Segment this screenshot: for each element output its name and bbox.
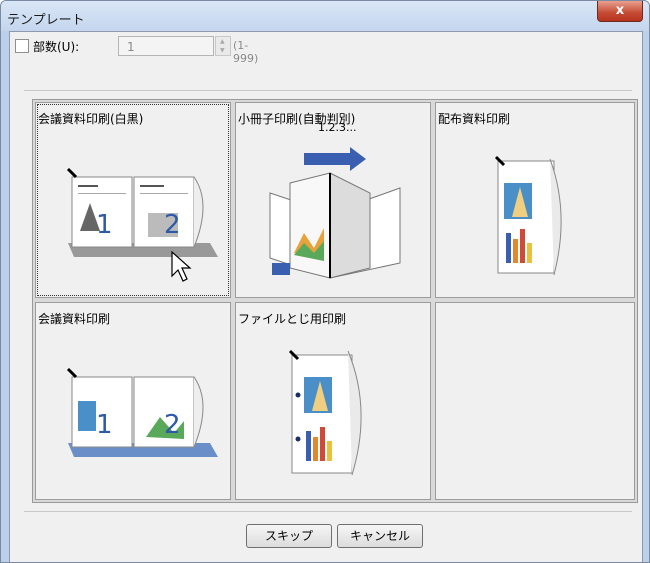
copies-input[interactable]: 1 (118, 36, 214, 56)
template-tile-booklet[interactable]: 小冊子印刷(自動判別) 1.2.3... (235, 102, 431, 298)
template-tile-handout[interactable]: 配布資料印刷 (435, 102, 635, 298)
mouse-pointer-icon (171, 251, 192, 282)
svg-text:2: 2 (164, 210, 181, 240)
tile-label: ファイルとじ用印刷 (238, 312, 347, 326)
template-dialog: テンプレート x 部数(U): 1 ▲ ▼ (1-999) 会議資料印刷(白黒) (0, 0, 650, 563)
spinner-down-icon[interactable]: ▼ (220, 47, 225, 55)
window-title: テンプレート (7, 13, 85, 28)
copies-checkbox[interactable] (15, 39, 29, 53)
template-grid: 会議資料印刷(白黒) 1 2 小冊子印刷(自動判別) 1.2.3... 配布資料… (32, 99, 638, 503)
handout-icon (494, 155, 562, 276)
close-button[interactable]: x (597, 1, 643, 22)
copies-label: 部数(U): (33, 40, 80, 54)
booklet-bw-icon: 1 2 (66, 167, 218, 257)
title-bar[interactable]: テンプレート x (1, 1, 649, 31)
tile-label: 会議資料印刷(白黒) (38, 112, 144, 126)
divider-bottom (24, 511, 632, 512)
template-tile-meeting-bw[interactable]: 会議資料印刷(白黒) 1 2 (35, 102, 231, 298)
tile-label: 配布資料印刷 (438, 112, 511, 126)
template-tile-punch[interactable]: ファイルとじ用印刷 (235, 302, 431, 500)
punch-hole-icon (288, 349, 362, 476)
tile-label: 会議資料印刷 (38, 312, 111, 326)
svg-text:2: 2 (164, 410, 181, 440)
skip-button[interactable]: スキップ (246, 524, 332, 548)
copies-range: (1-999) (233, 39, 259, 65)
copies-spinner[interactable]: ▲ ▼ (215, 36, 231, 56)
booklet-fold-icon (269, 147, 401, 279)
svg-text:1: 1 (96, 410, 113, 440)
cancel-button[interactable]: キャンセル (337, 524, 423, 548)
booklet-color-icon: 1 2 (66, 367, 218, 457)
spinner-up-icon[interactable]: ▲ (220, 38, 225, 46)
template-tile-meeting-color[interactable]: 会議資料印刷 1 2 (35, 302, 231, 500)
svg-text:1: 1 (96, 210, 113, 240)
template-tile-empty (435, 302, 635, 500)
divider-top (24, 90, 632, 91)
